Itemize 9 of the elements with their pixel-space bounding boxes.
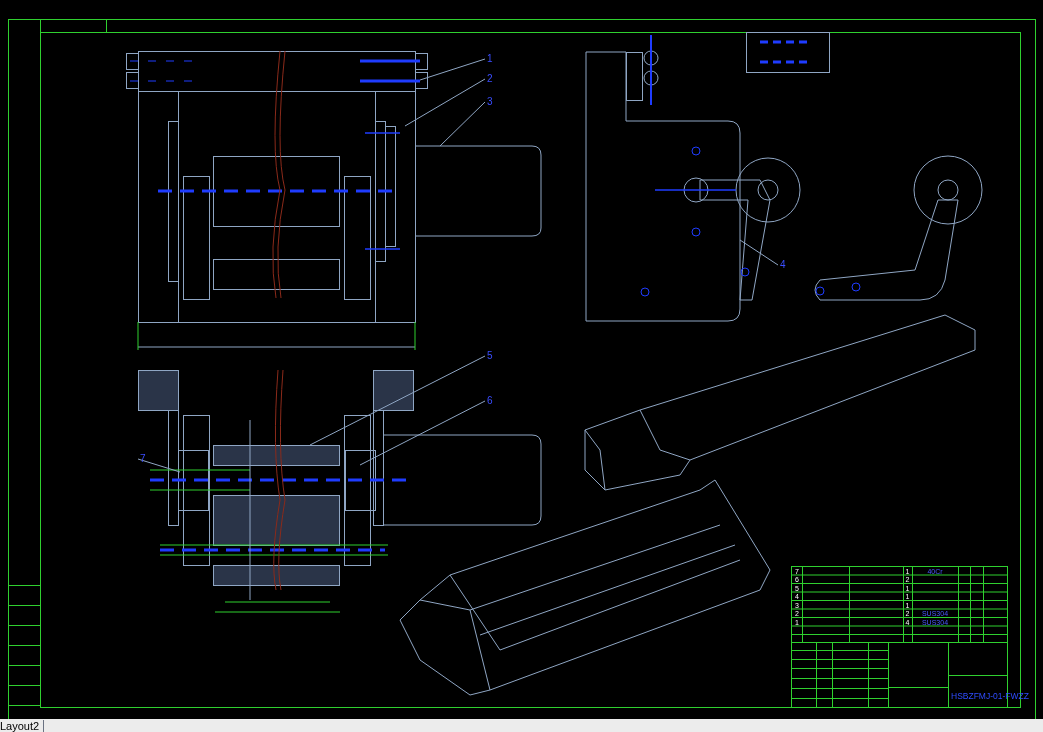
balloon-number: 2 <box>487 73 493 84</box>
balloon-number: 1 <box>487 53 493 64</box>
balloon-number: 3 <box>487 96 493 107</box>
leader-line <box>739 239 779 266</box>
balloon-number: 6 <box>487 395 493 406</box>
balloon-number: 7 <box>140 453 146 464</box>
layout-tab[interactable]: Layout2 <box>0 720 45 732</box>
balloon-number: 5 <box>487 350 493 361</box>
balloon-number: 4 <box>780 259 786 270</box>
